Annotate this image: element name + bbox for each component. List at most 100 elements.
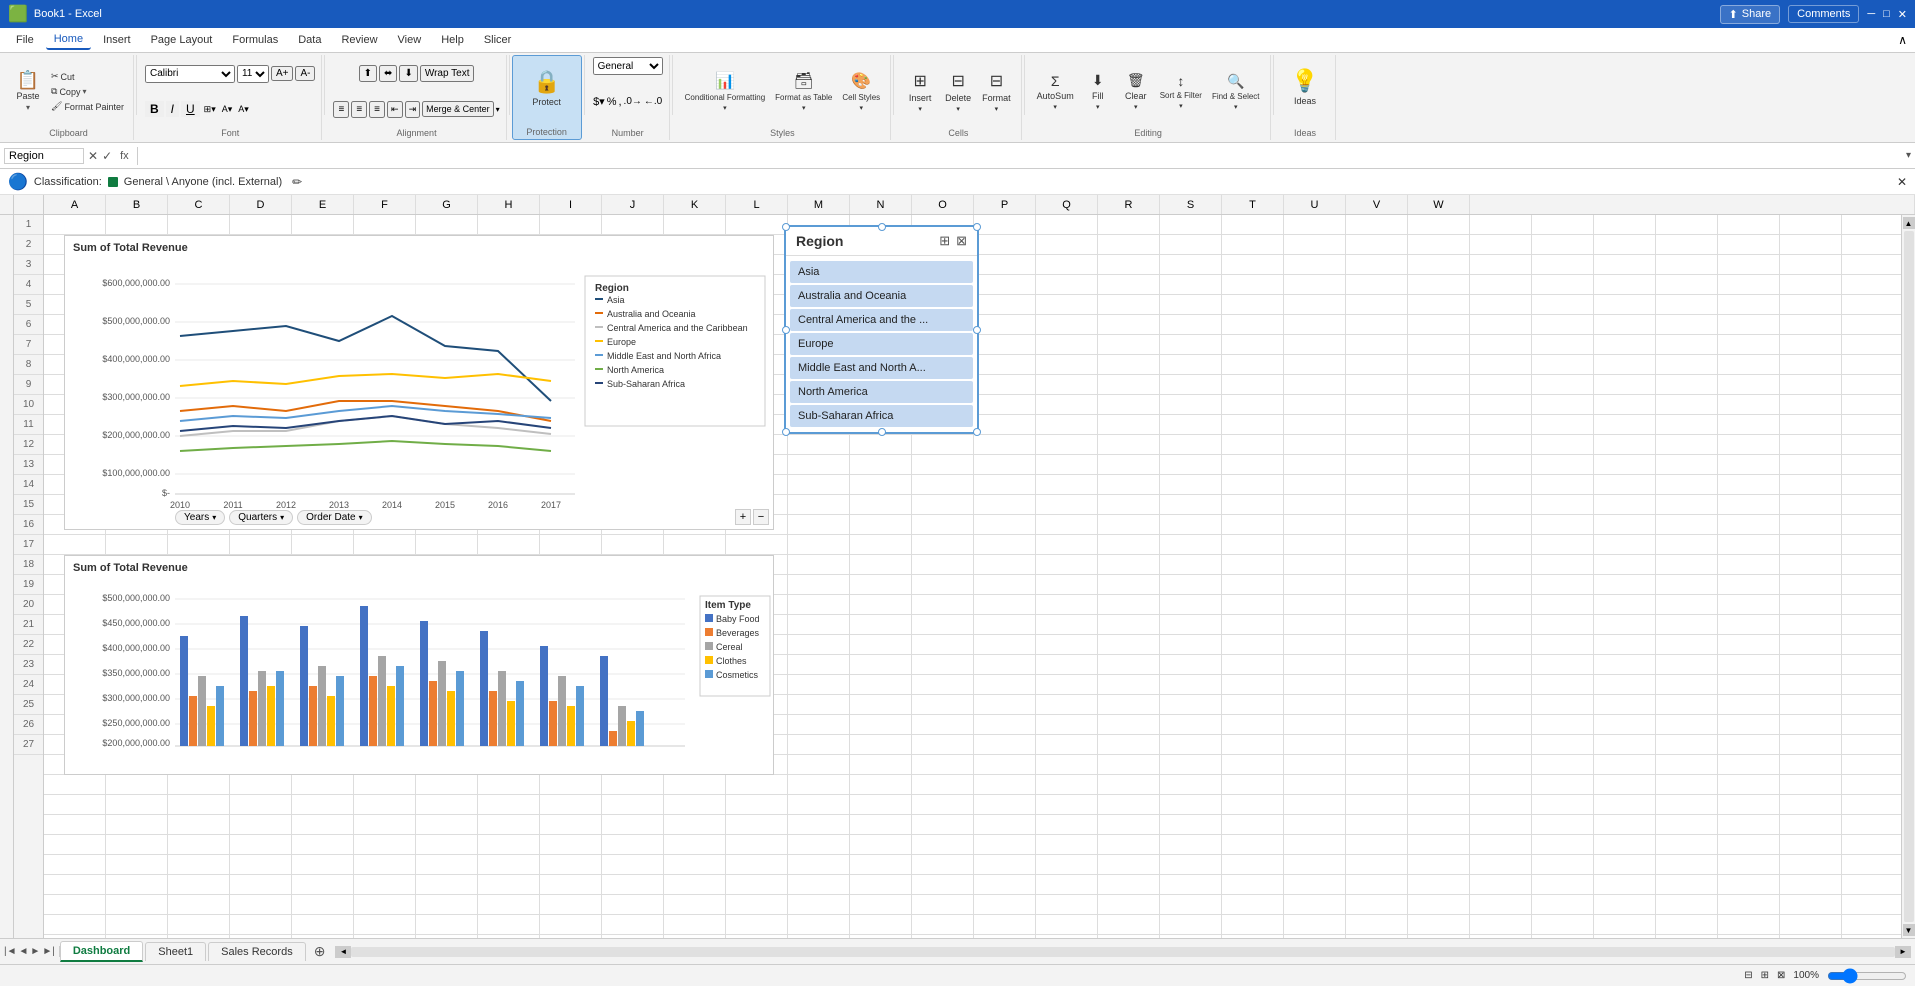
number-format-select[interactable]: General — [593, 57, 663, 75]
merge-center-button[interactable]: Merge & Center — [422, 101, 494, 117]
formula-expand-button[interactable]: ▾ — [1906, 150, 1911, 161]
col-header-P[interactable]: P — [974, 195, 1036, 214]
row-26[interactable]: 26 — [14, 715, 43, 735]
horizontal-scrollbar[interactable]: ◄ ► — [335, 946, 1911, 958]
fill-color-button[interactable]: A▾ — [222, 104, 233, 115]
format-cells-button[interactable]: ⊟ Format ▾ — [978, 67, 1015, 117]
ideas-button[interactable]: 💡 Ideas — [1287, 57, 1323, 117]
fx-label[interactable]: fx — [116, 150, 133, 162]
col-header-I[interactable]: I — [540, 195, 602, 214]
menu-slicer[interactable]: Slicer — [476, 31, 520, 49]
align-bottom-button[interactable]: ⬇ — [399, 65, 417, 82]
zoom-slider[interactable] — [1827, 968, 1907, 984]
fill-button[interactable]: ⬇ Fill ▾ — [1080, 67, 1116, 117]
close-button[interactable]: ✕ — [1898, 8, 1907, 21]
years-filter-pill[interactable]: Years ▾ — [175, 510, 225, 525]
format-painter-button[interactable]: 🖌 Format Painter — [48, 100, 127, 113]
chart1-zoom-out[interactable]: − — [753, 509, 769, 525]
insert-cells-button[interactable]: ⊞ Insert ▾ — [902, 67, 938, 117]
slicer-item-europe[interactable]: Europe — [790, 333, 973, 355]
col-header-T[interactable]: T — [1222, 195, 1284, 214]
col-header-D[interactable]: D — [230, 195, 292, 214]
scroll-right-button[interactable]: ► — [1895, 946, 1911, 958]
underline-button[interactable]: U — [181, 101, 200, 117]
row-20[interactable]: 20 — [14, 595, 43, 615]
align-center-button[interactable]: ≡ — [351, 101, 367, 118]
col-header-N[interactable]: N — [850, 195, 912, 214]
bold-button[interactable]: B — [145, 101, 164, 117]
slicer-handle-bottom[interactable] — [878, 428, 886, 436]
sheet-tab-dashboard[interactable]: Dashboard — [60, 941, 143, 962]
font-color-button[interactable]: A▾ — [238, 104, 249, 115]
row-10[interactable]: 10 — [14, 395, 43, 415]
row-18[interactable]: 18 — [14, 555, 43, 575]
row-2[interactable]: 2 — [14, 235, 43, 255]
slicer-item-australia[interactable]: Australia and Oceania — [790, 285, 973, 307]
order-date-filter-pill[interactable]: Order Date ▾ — [297, 510, 371, 525]
name-box[interactable] — [4, 148, 84, 164]
chart1-zoom-in[interactable]: + — [735, 509, 751, 525]
row-11[interactable]: 11 — [14, 415, 43, 435]
sheet-nav-next[interactable]: ► — [30, 946, 40, 957]
merge-center-dropdown[interactable]: ▾ — [496, 105, 500, 114]
decimal-decrease-button[interactable]: ←.0 — [644, 96, 662, 107]
comments-button[interactable]: Comments — [1788, 5, 1859, 23]
col-header-E[interactable]: E — [292, 195, 354, 214]
formula-input[interactable] — [142, 150, 1902, 162]
row-3[interactable]: 3 — [14, 255, 43, 275]
col-header-Q[interactable]: Q — [1036, 195, 1098, 214]
slicer-item-middle-east[interactable]: Middle East and North A... — [790, 357, 973, 379]
chart2-container[interactable]: Sum of Total Revenue $500,000,000.00 $45… — [64, 555, 774, 775]
indent-decrease-button[interactable]: ⇤ — [387, 101, 403, 118]
slicer-item-north-america[interactable]: North America — [790, 381, 973, 403]
row-8[interactable]: 8 — [14, 355, 43, 375]
menu-data[interactable]: Data — [290, 31, 329, 49]
slicer-handle-right[interactable] — [973, 326, 981, 334]
sheet-nav-prev[interactable]: ◄ — [19, 946, 29, 957]
col-header-U[interactable]: U — [1284, 195, 1346, 214]
autosum-button[interactable]: Σ AutoSum ▾ — [1033, 67, 1078, 117]
protect-button[interactable]: 🔒 Protect — [528, 58, 565, 118]
row-19[interactable]: 19 — [14, 575, 43, 595]
col-header-V[interactable]: V — [1346, 195, 1408, 214]
decimal-increase-button[interactable]: .0→ — [624, 96, 642, 107]
font-family-select[interactable]: Calibri — [145, 65, 235, 83]
ribbon-collapse[interactable]: ∧ — [1898, 33, 1907, 47]
col-header-L[interactable]: L — [726, 195, 788, 214]
row-16[interactable]: 16 — [14, 515, 43, 535]
classification-close-icon[interactable]: ✕ — [1897, 175, 1907, 189]
col-header-F[interactable]: F — [354, 195, 416, 214]
menu-help[interactable]: Help — [433, 31, 472, 49]
font-size-select[interactable]: 11 — [237, 65, 269, 83]
paste-button[interactable]: 📋 Paste ▾ — [10, 62, 46, 122]
borders-button[interactable]: ⊞▾ — [204, 104, 216, 115]
slicer-multiselect-icon[interactable]: ⊞ — [939, 233, 950, 249]
menu-home[interactable]: Home — [46, 30, 91, 50]
slicer-item-central-america[interactable]: Central America and the ... — [790, 309, 973, 331]
sheet-nav-first[interactable]: |◄ — [4, 946, 17, 957]
row-21[interactable]: 21 — [14, 615, 43, 635]
col-header-R[interactable]: R — [1098, 195, 1160, 214]
align-left-button[interactable]: ≡ — [333, 101, 349, 118]
page-layout-view-icon[interactable]: ⊞ — [1761, 970, 1769, 981]
horizontal-scroll-thumb[interactable] — [351, 947, 1895, 957]
currency-button[interactable]: $▾ — [593, 95, 605, 108]
row-24[interactable]: 24 — [14, 675, 43, 695]
row-1[interactable]: 1 — [14, 215, 43, 235]
sheet-nav-last[interactable]: ►| — [42, 946, 55, 957]
col-header-B[interactable]: B — [106, 195, 168, 214]
find-select-button[interactable]: 🔍 Find & Select ▾ — [1208, 67, 1264, 117]
slicer-handle-tl[interactable] — [782, 223, 790, 231]
chart1-container[interactable]: Sum of Total Revenue $600,000,000.00 $50… — [64, 235, 774, 530]
menu-view[interactable]: View — [390, 31, 430, 49]
sort-filter-button[interactable]: ↕ Sort & Filter ▾ — [1156, 67, 1206, 117]
menu-file[interactable]: File — [8, 31, 42, 49]
region-slicer[interactable]: Region ⊞ ⊠ Asia Australia and Oceania Ce… — [784, 225, 979, 434]
clear-button[interactable]: 🗑 Clear ▾ — [1118, 67, 1154, 117]
percent-button[interactable]: % — [607, 96, 617, 108]
normal-view-icon[interactable]: ⊟ — [1744, 970, 1752, 981]
font-size-decrease-button[interactable]: A- — [295, 66, 315, 81]
row-5[interactable]: 5 — [14, 295, 43, 315]
row-27[interactable]: 27 — [14, 735, 43, 755]
slicer-item-sub-saharan[interactable]: Sub-Saharan Africa — [790, 405, 973, 427]
